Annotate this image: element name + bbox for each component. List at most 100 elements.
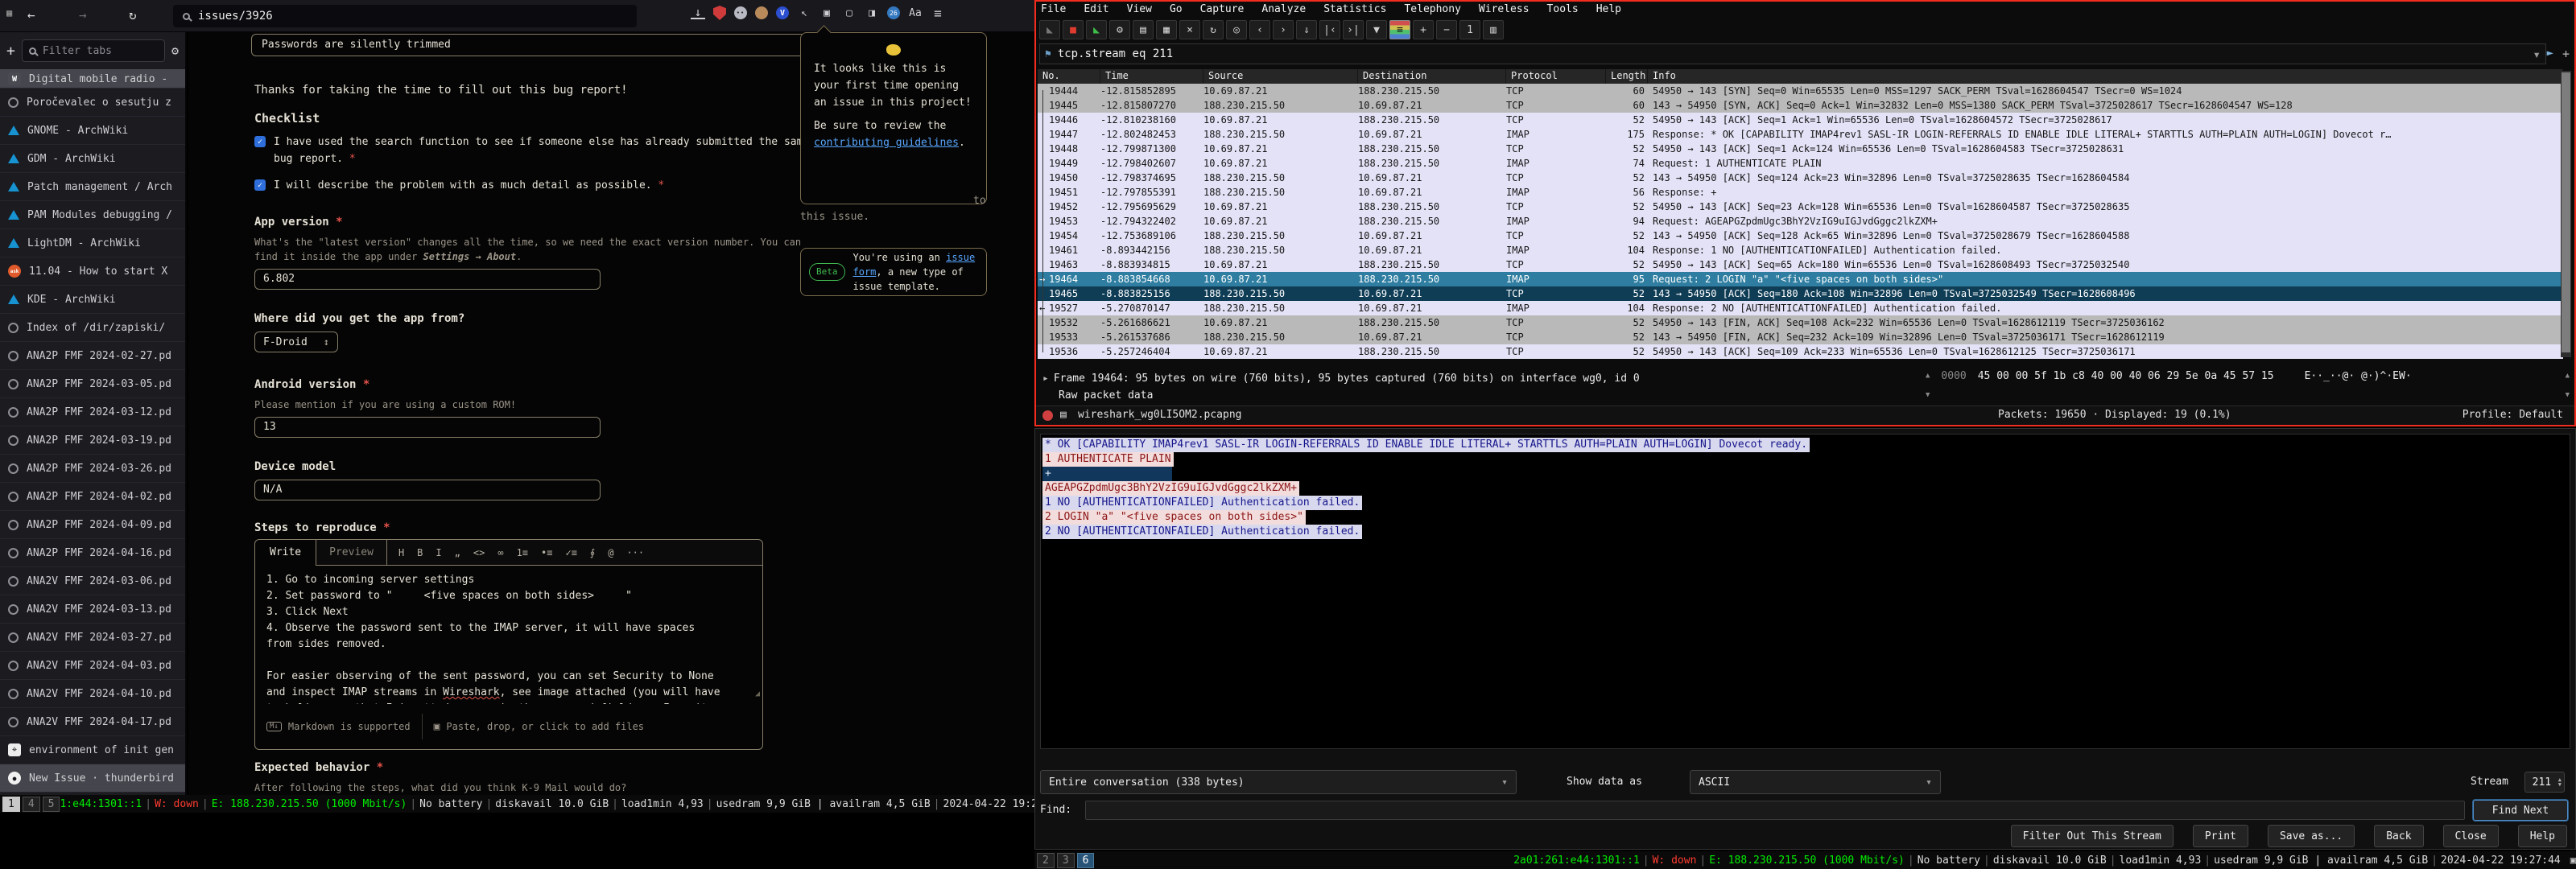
go-forward-icon[interactable]: › [1273,20,1294,39]
new-tab-button[interactable]: + [6,43,15,60]
reload-capture-icon[interactable]: ↻ [1203,20,1224,39]
badge-26-extension-icon[interactable]: 26 [887,6,900,19]
checkbox-checked-icon[interactable] [254,136,266,147]
workspace-button[interactable]: 1 [2,797,20,812]
back-icon[interactable]: ← [27,7,35,23]
packet-row[interactable]: 19446 -12.810238160 10.69.87.21 188.230.… [1038,113,2563,127]
sidebar-tab[interactable]: KDE - ArchWiki [0,286,185,314]
workspace-button[interactable]: 4 [23,797,40,812]
tab-preview[interactable]: Preview [316,540,387,566]
container-extension-icon[interactable]: ▣ [819,6,834,20]
code-icon[interactable]: <> [473,547,485,558]
find-input[interactable] [1085,801,2465,820]
steps-textarea[interactable]: 1. Go to incoming server settings 2. Set… [255,566,762,704]
conversation-select[interactable]: Entire conversation (338 bytes) [1040,770,1517,794]
download-icon[interactable]: ↓ [691,6,705,19]
go-first-packet-icon[interactable]: |‹ [1319,20,1340,39]
packet-row[interactable]: 19536 -5.257246404 10.69.87.21 188.230.2… [1038,344,2563,359]
contributing-guidelines-link[interactable]: contributing guidelines [814,137,959,149]
packet-row[interactable]: ←19527 -5.270870147 188.230.215.50 10.69… [1038,301,2563,315]
url-bar[interactable]: issues/3926 [173,5,637,27]
open-capture-icon[interactable]: ▤ [1133,20,1154,39]
column-header[interactable]: Length [1606,69,1648,84]
link-icon[interactable]: ∞ [497,547,503,558]
sidebar-tab[interactable]: GDM - ArchWiki [0,145,185,173]
go-back-icon[interactable]: ‹ [1249,20,1270,39]
zoom-out-icon[interactable]: − [1436,20,1457,39]
save-capture-icon[interactable]: ▦ [1156,20,1177,39]
column-header[interactable]: Time [1100,69,1203,84]
show-data-as-select[interactable]: ASCII [1690,770,1941,794]
find-next-button[interactable]: Find Next [2473,800,2568,821]
menu-item[interactable]: Analyze [1261,3,1306,16]
sidebar-tab[interactable]: Digital mobile radio - [0,69,185,89]
packet-list-scrollbar[interactable] [2561,71,2571,357]
task-list-icon[interactable]: ✓≡ [565,547,576,558]
vivaldi-extension-icon[interactable]: V [776,6,789,19]
packet-row[interactable]: 19465 -8.883825156 188.230.215.50 10.69.… [1038,286,2563,301]
pointer-extension-icon[interactable]: ↖ [797,6,811,20]
packet-row[interactable]: 19533 -5.261537686 188.230.215.50 10.69.… [1038,330,2563,344]
sidebar-tab[interactable]: 11.04 - How to start X [0,257,185,286]
menu-item[interactable]: Go [1170,3,1183,16]
menu-item[interactable]: File [1041,3,1066,16]
sidebar-tab[interactable]: Patch management / Arch [0,173,185,201]
close-button[interactable]: Close [2443,825,2499,847]
sidebar-tab[interactable]: Index of /dir/zapiski/ [0,314,185,342]
display-filter-bar[interactable]: ⚑ tcp.stream eq 211 ▾ [1039,43,2546,64]
filter-apply-icon[interactable]: ► [2547,47,2553,60]
menu-item[interactable]: Help [1596,3,1621,16]
packet-row[interactable]: 19453 -12.794322402 10.69.87.21 188.230.… [1038,214,2563,229]
translate-extension-icon[interactable]: Aa [908,6,923,20]
issue-title-input[interactable]: Passwords are silently trimmed [251,34,815,56]
packet-row[interactable]: 19454 -12.753689106 188.230.215.50 10.69… [1038,229,2563,243]
raw-packet-data-row[interactable]: Raw packet data [1042,387,1920,404]
menu-item[interactable]: Tools [1547,3,1579,16]
filter-dropdown-icon[interactable]: ▾ [2533,47,2541,62]
packet-row[interactable]: 19532 -5.261686621 10.69.87.21 188.230.2… [1038,315,2563,330]
zoom-in-icon[interactable]: + [1413,20,1434,39]
back-button[interactable]: Back [2374,825,2423,847]
sidebar-tab[interactable]: ANA2V FMF 2024-03-27.pd [0,624,185,652]
workspace-button[interactable]: 6 [1077,853,1095,868]
device-model-field[interactable]: N/A [254,480,601,500]
go-last-packet-icon[interactable]: ›| [1343,20,1364,39]
tray-icon[interactable]: ▣ [2570,855,2576,866]
mention-icon[interactable]: @ [608,547,613,558]
bytes-scrollbar[interactable]: ▲▼ [1926,370,1930,399]
menu-item[interactable]: Telephony [1404,3,1460,16]
menu-item[interactable]: Wireless [1479,3,1530,16]
bullet-list-icon[interactable]: •≡ [541,547,552,558]
column-header[interactable]: No. [1038,69,1100,84]
packet-row[interactable]: 19451 -12.797855391 188.230.215.50 10.69… [1038,185,2563,200]
resize-grip-icon[interactable]: ◢ [755,686,760,702]
sidebar-tab[interactable]: ANA2P FMF 2024-04-09.pd [0,511,185,539]
sidebar-tab[interactable]: ANA2P FMF 2024-02-27.pd [0,342,185,370]
sidebar-tab[interactable]: ANA2P FMF 2024-03-05.pd [0,370,185,398]
workspace-button[interactable]: 5 [43,797,60,812]
capture-stop-icon[interactable]: ■ [1063,20,1084,39]
auto-scroll-icon[interactable]: ▼ [1366,20,1387,39]
sidebar-tab[interactable]: PAM Modules debugging / [0,201,185,229]
packet-row[interactable]: 19452 -12.795695629 10.69.87.21 188.230.… [1038,200,2563,214]
mask-extension-icon[interactable]: •• [734,6,747,19]
packet-row[interactable]: 19447 -12.802482453 188.230.215.50 10.69… [1038,127,2563,142]
workspace-button[interactable]: 2 [1037,853,1055,868]
print-button[interactable]: Print [2193,825,2248,847]
stream-number-spinner[interactable]: 211 ▲▼ [2524,772,2565,793]
android-version-field[interactable]: 13 [254,417,601,438]
sidebar-tab[interactable]: ANA2P FMF 2024-03-26.pd [0,455,185,483]
expert-info-icon[interactable] [1042,410,1053,421]
heading-icon[interactable]: H [398,547,404,558]
sidebar-tab[interactable]: New Issue · thunderbird [0,764,185,793]
profile-indicator[interactable]: Profile: Default [2462,409,2563,421]
hex-bytes[interactable]: 45 00 00 5f 1b c8 40 00 40 06 29 5e 0a 4… [1978,370,2274,399]
sidebar-tab[interactable]: Poročevalec o sesutju z [0,89,185,117]
capture-file-icon[interactable]: ▤ [1060,409,1067,421]
checkbox-checked-icon[interactable] [254,179,266,191]
monkey-extension-icon[interactable] [755,6,768,19]
resize-columns-icon[interactable]: ▥ [1483,20,1504,39]
capture-start-icon[interactable]: ◣ [1039,20,1060,39]
bytes-scrollbar-right[interactable]: ▲▼ [2566,372,2570,399]
notes-extension-icon[interactable]: ▢ [842,6,857,20]
